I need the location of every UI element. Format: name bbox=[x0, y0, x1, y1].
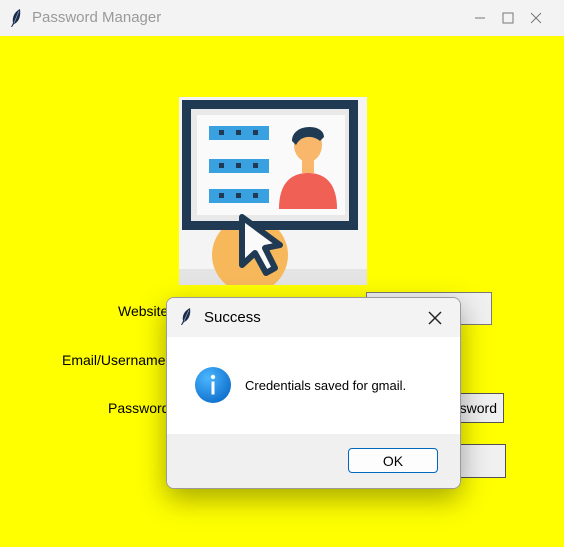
feather-icon bbox=[11, 9, 21, 27]
info-icon bbox=[195, 367, 231, 403]
dialog-footer: OK bbox=[167, 434, 460, 488]
dialog-body: Credentials saved for gmail. bbox=[167, 337, 460, 434]
ok-button-label: OK bbox=[382, 452, 404, 469]
dialog-title: Success bbox=[204, 309, 261, 326]
window-title: Password Manager bbox=[32, 9, 162, 26]
logo-image bbox=[179, 97, 367, 285]
success-dialog: Success Credentials saved for gmail. OK bbox=[166, 297, 461, 489]
feather-icon bbox=[181, 308, 191, 325]
dialog-message: Credentials saved for gmail. bbox=[245, 378, 407, 393]
email-label: Email/Username: bbox=[62, 352, 170, 368]
password-label: Password: bbox=[108, 400, 174, 416]
ok-button[interactable]: OK bbox=[348, 448, 438, 473]
window-titlebar: Password Manager bbox=[0, 0, 564, 36]
close-icon bbox=[428, 311, 442, 325]
close-icon bbox=[530, 12, 542, 24]
close-button[interactable] bbox=[508, 0, 564, 36]
website-label: Website: bbox=[118, 303, 173, 319]
dialog-close-button[interactable] bbox=[423, 306, 447, 330]
dialog-titlebar: Success bbox=[167, 298, 460, 337]
